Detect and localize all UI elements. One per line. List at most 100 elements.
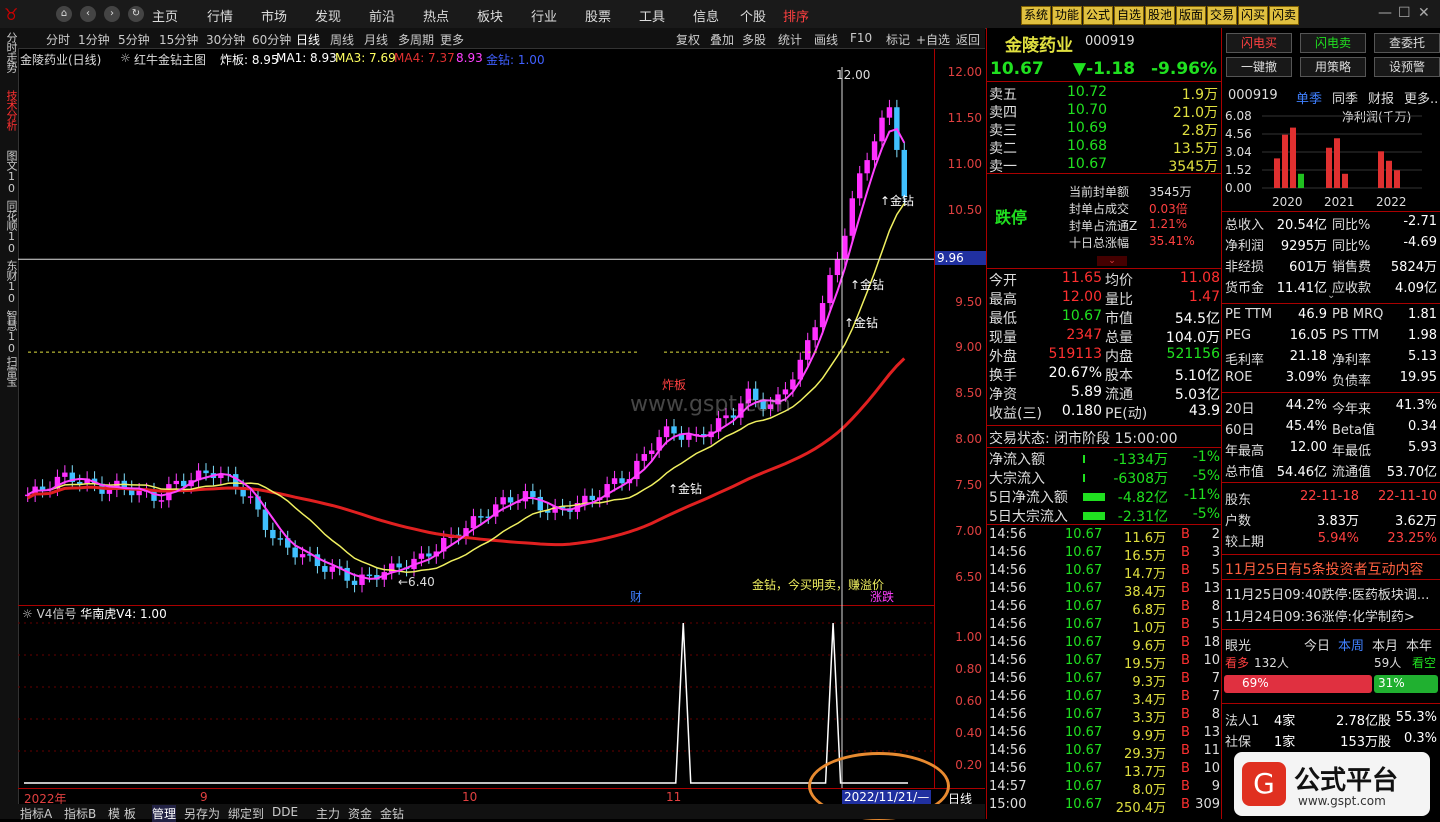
- news-head[interactable]: 11月25日有5条投资者互动内容: [1225, 559, 1424, 579]
- bottom-tab-7[interactable]: DDE: [272, 805, 298, 819]
- bottom-tab-5[interactable]: 另存为: [184, 805, 220, 822]
- chart-tool-7[interactable]: 标记: [886, 31, 910, 48]
- nav-9[interactable]: 股票: [585, 6, 611, 25]
- left-tab-1[interactable]: 分时走势: [1, 32, 18, 72]
- fin-chevron-icon[interactable]: ⌄: [1327, 290, 1335, 301]
- period-8[interactable]: 周线: [330, 31, 354, 48]
- tool-button-1[interactable]: 系统: [1021, 6, 1052, 25]
- fin-tab-2[interactable]: 同季: [1332, 88, 1358, 107]
- eye-tab-4[interactable]: 本年: [1406, 635, 1432, 654]
- tool-button-4[interactable]: 自选: [1114, 6, 1145, 25]
- sub-settings-icon[interactable]: ☼: [22, 607, 33, 621]
- indicator-name[interactable]: 红牛金钻主图: [134, 51, 206, 68]
- nav-13[interactable]: 排序: [783, 6, 809, 25]
- period-3[interactable]: 5分钟: [118, 31, 150, 48]
- nav-6[interactable]: 热点: [423, 6, 449, 25]
- bottom-tab-8[interactable]: 主力: [316, 805, 340, 822]
- tool-button-7[interactable]: 交易: [1207, 6, 1238, 25]
- period-9[interactable]: 月线: [364, 31, 388, 48]
- tool-button-9[interactable]: 闪卖: [1269, 6, 1300, 25]
- bottom-tab-9[interactable]: 资金: [348, 805, 372, 822]
- chart-tool-9[interactable]: 返回: [956, 31, 980, 48]
- indicator-settings-icon[interactable]: ☼: [120, 51, 131, 65]
- nav-11[interactable]: 信息: [693, 6, 719, 25]
- ask-row-4[interactable]: 卖二 10.68 13.5万: [987, 138, 1222, 157]
- trade-button-6[interactable]: 设预警: [1374, 57, 1440, 77]
- trade-button-3[interactable]: 查委托: [1374, 33, 1440, 53]
- bull-bar[interactable]: 69%: [1224, 675, 1372, 693]
- chart-tool-6[interactable]: F10: [850, 31, 872, 45]
- eye-tab-1[interactable]: 今日: [1304, 635, 1330, 654]
- left-tab-3[interactable]: 图文10: [1, 150, 18, 194]
- eye-tab-2[interactable]: 本周: [1338, 635, 1364, 654]
- fin-tab-3[interactable]: 财报: [1368, 88, 1394, 107]
- period-11[interactable]: 更多: [440, 31, 464, 48]
- left-tab-6[interactable]: 智慧10: [1, 310, 18, 354]
- fin-tab-4[interactable]: 更多..: [1404, 88, 1438, 107]
- news-item-1[interactable]: 11月25日09:40跌停:医药板块调...: [1225, 584, 1429, 603]
- left-tab-2[interactable]: 技术分析: [1, 90, 18, 130]
- minimize-icon[interactable]: —: [1378, 5, 1392, 21]
- chart-tool-4[interactable]: 统计: [778, 31, 802, 48]
- bottom-tab-6[interactable]: 绑定到: [228, 805, 264, 822]
- left-tab-4[interactable]: 同花顺10: [1, 200, 18, 254]
- maximize-icon[interactable]: ☐: [1398, 5, 1411, 21]
- bottom-tab-1[interactable]: 指标A: [20, 805, 52, 822]
- bottom-tab-10[interactable]: 金钻: [380, 805, 404, 822]
- period-5[interactable]: 30分钟: [206, 31, 245, 48]
- expand-chevron-icon[interactable]: ⌄: [1097, 256, 1127, 266]
- eye-tab-3[interactable]: 本月: [1372, 635, 1398, 654]
- ask-row-5[interactable]: 卖一 10.67 3545万: [987, 156, 1222, 175]
- candle-body: [589, 495, 595, 500]
- refresh-icon[interactable]: ↻: [128, 6, 144, 22]
- period-10[interactable]: 多周期: [398, 31, 434, 48]
- bottom-tab-2[interactable]: 指标B: [64, 805, 96, 822]
- ask-row-2[interactable]: 卖四 10.70 21.0万: [987, 102, 1222, 121]
- period-2[interactable]: 1分钟: [78, 31, 110, 48]
- chart-tool-8[interactable]: +自选: [916, 31, 950, 48]
- nav-12[interactable]: 个股: [740, 6, 766, 25]
- news-item-2[interactable]: 11月24日09:36涨停:化学制药>: [1225, 606, 1415, 625]
- trade-button-2[interactable]: 闪电卖: [1300, 33, 1366, 53]
- nav-8[interactable]: 行业: [531, 6, 557, 25]
- chart-tool-3[interactable]: 多股: [742, 31, 766, 48]
- nav-5[interactable]: 前沿: [369, 6, 395, 25]
- nav-2[interactable]: 行情: [207, 6, 233, 25]
- tool-button-6[interactable]: 版面: [1176, 6, 1207, 25]
- ask-row-1[interactable]: 卖五 10.72 1.9万: [987, 84, 1222, 103]
- bottom-tab-3[interactable]: 模 板: [108, 805, 136, 822]
- period-1[interactable]: 分时: [46, 31, 70, 48]
- fin-tab-1[interactable]: 单季: [1296, 88, 1322, 107]
- chart-tool-5[interactable]: 画线: [814, 31, 838, 48]
- tool-button-5[interactable]: 股池: [1145, 6, 1176, 25]
- nav-3[interactable]: 市场: [261, 6, 287, 25]
- back-icon[interactable]: ‹: [80, 6, 96, 22]
- nav-10[interactable]: 工具: [639, 6, 665, 25]
- v4-signal-chart[interactable]: [18, 605, 934, 788]
- bear-bar[interactable]: 31%: [1374, 675, 1438, 693]
- tool-button-8[interactable]: 闪买: [1238, 6, 1269, 25]
- nav-4[interactable]: 发现: [315, 6, 341, 25]
- chart-tool-1[interactable]: 复权: [676, 31, 700, 48]
- trade-button-5[interactable]: 用策略: [1300, 57, 1366, 77]
- tool-button-2[interactable]: 功能: [1052, 6, 1083, 25]
- nav-7[interactable]: 板块: [477, 6, 503, 25]
- trade-button-1[interactable]: 闪电买: [1226, 33, 1292, 53]
- candle-body: [299, 554, 306, 558]
- left-tab-7[interactable]: 扫雷宝: [1, 356, 18, 386]
- period-6[interactable]: 60分钟: [252, 31, 291, 48]
- nav-1[interactable]: 主页: [152, 6, 178, 25]
- ask-row-3[interactable]: 卖三 10.69 2.8万: [987, 120, 1222, 139]
- forward-icon[interactable]: ›: [104, 6, 120, 22]
- tick-count: 11: [1203, 743, 1220, 758]
- close-icon[interactable]: ✕: [1418, 5, 1430, 21]
- period-4[interactable]: 15分钟: [159, 31, 198, 48]
- left-tab-5[interactable]: 东财10: [1, 260, 18, 304]
- main-candlestick-chart[interactable]: 12.00 ←6.40 炸板 ↑金钻 ↑金钻 ↑金钻 ↑金钻金钻，今买明卖，赚溢价财 涨跌 ww…: [18, 67, 934, 606]
- bottom-tab-4[interactable]: 管理: [152, 805, 177, 822]
- trade-button-4[interactable]: 一键撤: [1226, 57, 1292, 77]
- chart-tool-2[interactable]: 叠加: [710, 31, 734, 48]
- home-nav-icon[interactable]: ⌂: [56, 6, 72, 22]
- period-7[interactable]: 日线: [296, 31, 320, 48]
- tool-button-3[interactable]: 公式: [1083, 6, 1114, 25]
